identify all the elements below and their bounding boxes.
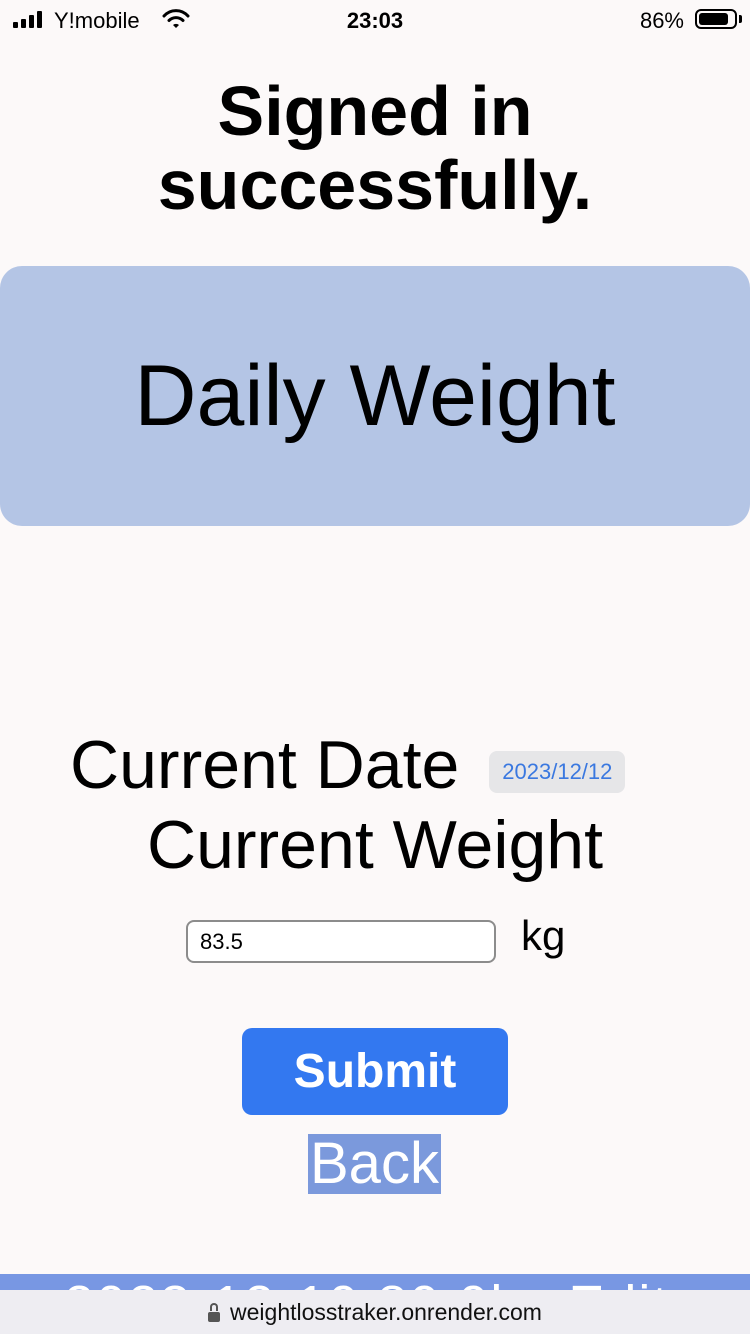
signed-in-message: Signed in successfully. [0,74,750,222]
hero-banner: Daily Weight [0,266,750,526]
url-text: weightlosstraker.onrender.com [230,1298,542,1325]
unit-label: kg [521,912,566,959]
battery-icon [695,9,737,29]
page-title: Daily Weight [134,347,616,444]
lock-icon [208,1303,221,1322]
weight-input[interactable] [186,920,496,963]
current-weight-label: Current Weight [146,807,604,883]
current-date-label: Current Date [70,727,460,803]
date-picker[interactable]: 2023/12/12 [489,751,626,793]
back-link[interactable]: Back [308,1134,441,1194]
signed-in-line-1: Signed in [217,72,533,150]
clock: 23:03 [346,8,404,33]
date-row: Current Date 2023/12/12 [70,726,626,804]
battery-cap [739,15,742,23]
signed-in-line-2: successfully. [157,146,593,224]
battery-percentage: 86% [639,8,684,33]
submit-button[interactable]: Submit [242,1028,508,1115]
status-bar: Y!mobile 23:03 86% [0,0,750,40]
browser-url-bar[interactable]: weightlosstraker.onrender.com [0,1290,750,1334]
